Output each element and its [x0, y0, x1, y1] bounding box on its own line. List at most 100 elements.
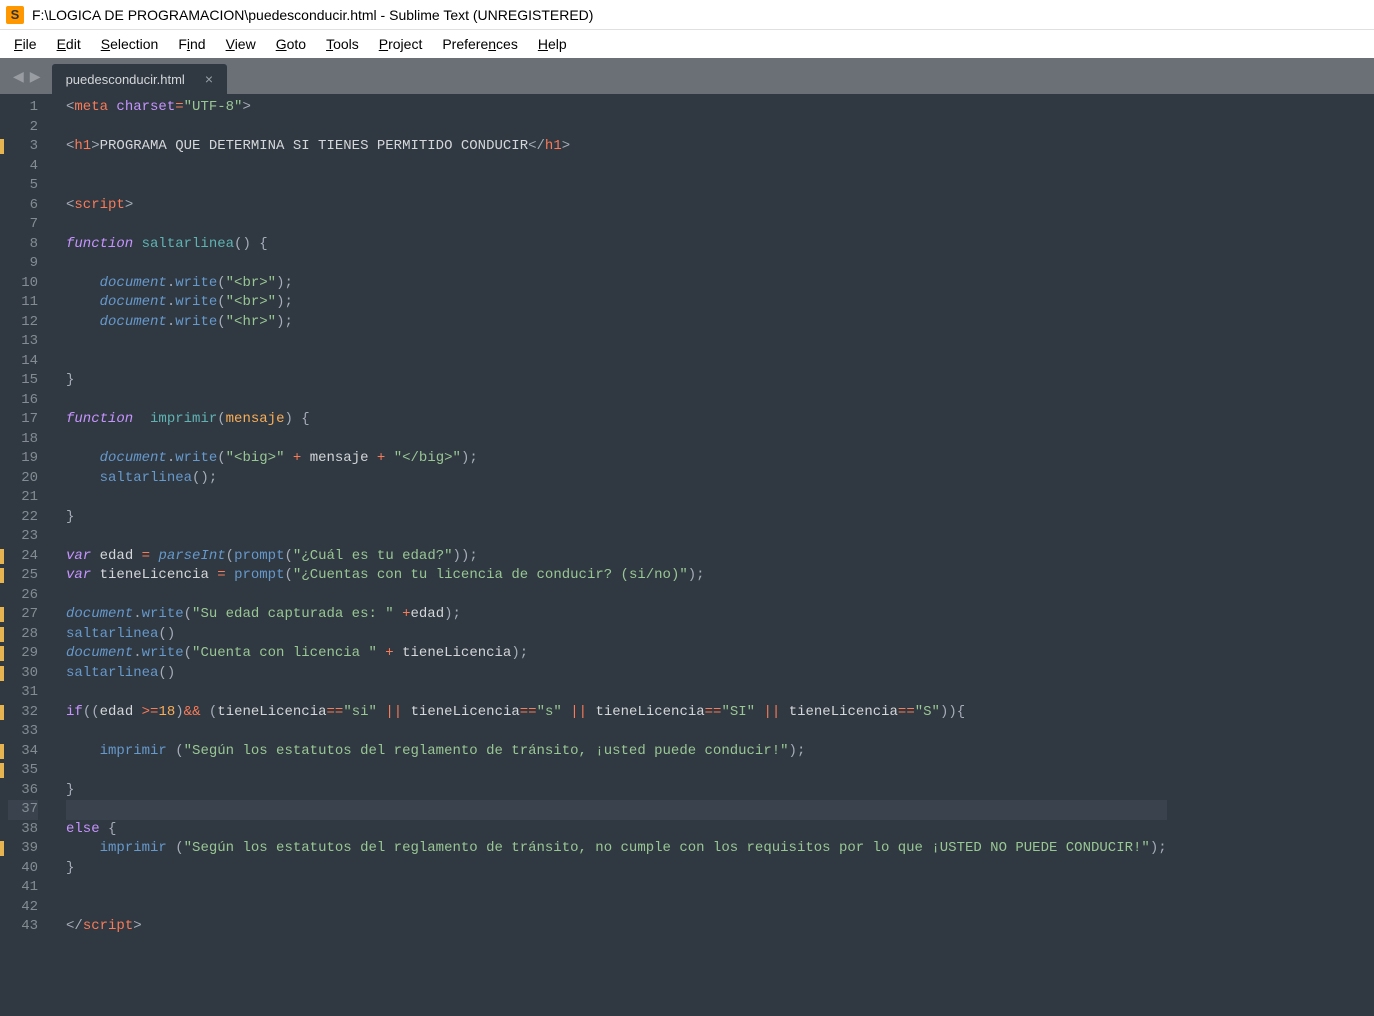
code-line[interactable]: } [66, 508, 1167, 528]
code-line[interactable]: saltarlinea() [66, 625, 1167, 645]
gutter-line[interactable]: 13 [8, 332, 38, 352]
gutter-line[interactable]: 23 [8, 527, 38, 547]
gutter-line[interactable]: 43 [8, 917, 38, 937]
gutter-line[interactable]: 10 [8, 274, 38, 294]
code-line[interactable] [66, 118, 1167, 138]
code-line[interactable]: document.write("<br>"); [66, 293, 1167, 313]
gutter-line[interactable]: 37 [8, 800, 38, 820]
code-line[interactable] [66, 215, 1167, 235]
code-line[interactable]: } [66, 859, 1167, 879]
gutter-line[interactable]: 12 [8, 313, 38, 333]
gutter-line[interactable]: 24 [8, 547, 38, 567]
code-line[interactable]: } [66, 781, 1167, 801]
code-line[interactable] [66, 898, 1167, 918]
code-line[interactable]: document.write("Su edad capturada es: " … [66, 605, 1167, 625]
gutter-line[interactable]: 26 [8, 586, 38, 606]
gutter-line[interactable]: 21 [8, 488, 38, 508]
code-line[interactable] [66, 683, 1167, 703]
code-line[interactable] [66, 391, 1167, 411]
tab-close-icon[interactable]: × [205, 71, 213, 87]
gutter-line[interactable]: 15 [8, 371, 38, 391]
gutter-line[interactable]: 35 [8, 761, 38, 781]
code-line[interactable] [66, 430, 1167, 450]
gutter-line[interactable]: 7 [8, 215, 38, 235]
code-line[interactable]: var edad = parseInt(prompt("¿Cuál es tu … [66, 547, 1167, 567]
gutter-line[interactable]: 22 [8, 508, 38, 528]
code-line[interactable]: </script> [66, 917, 1167, 937]
code-line[interactable]: <h1>PROGRAMA QUE DETERMINA SI TIENES PER… [66, 137, 1167, 157]
code-line[interactable] [66, 332, 1167, 352]
code-line[interactable]: document.write("<big>" + mensaje + "</bi… [66, 449, 1167, 469]
gutter-line[interactable]: 41 [8, 878, 38, 898]
code-line[interactable]: function saltarlinea() { [66, 235, 1167, 255]
code-editor[interactable]: 1234567891011121314151617181920212223242… [0, 94, 1374, 1016]
gutter-line[interactable]: 16 [8, 391, 38, 411]
gutter-line[interactable]: 42 [8, 898, 38, 918]
code-line[interactable] [66, 176, 1167, 196]
code-line[interactable]: document.write("<hr>"); [66, 313, 1167, 333]
menu-find[interactable]: Find [170, 33, 213, 55]
code-line[interactable]: saltarlinea() [66, 664, 1167, 684]
gutter-line[interactable]: 1 [8, 98, 38, 118]
gutter-line[interactable]: 32 [8, 703, 38, 723]
gutter-line[interactable]: 29 [8, 644, 38, 664]
menu-preferences[interactable]: Preferences [434, 33, 526, 55]
code-line[interactable] [66, 800, 1167, 820]
code-line[interactable] [66, 254, 1167, 274]
gutter-line[interactable]: 36 [8, 781, 38, 801]
code-line[interactable] [66, 488, 1167, 508]
code-line[interactable]: document.write("<br>"); [66, 274, 1167, 294]
tab-prev-icon[interactable]: ◀ [10, 68, 27, 85]
gutter-line[interactable]: 38 [8, 820, 38, 840]
gutter-line[interactable]: 2 [8, 118, 38, 138]
gutter-line[interactable]: 19 [8, 449, 38, 469]
gutter-line[interactable]: 6 [8, 196, 38, 216]
code-line[interactable] [66, 157, 1167, 177]
menu-file[interactable]: File [6, 33, 45, 55]
code-line[interactable]: <meta charset="UTF-8"> [66, 98, 1167, 118]
menu-goto[interactable]: Goto [268, 33, 314, 55]
gutter-line[interactable]: 20 [8, 469, 38, 489]
menu-project[interactable]: Project [371, 33, 431, 55]
gutter-line[interactable]: 5 [8, 176, 38, 196]
gutter-line[interactable]: 28 [8, 625, 38, 645]
gutter-line[interactable]: 33 [8, 722, 38, 742]
code-line[interactable]: imprimir ("Según los estatutos del regla… [66, 839, 1167, 859]
gutter-line[interactable]: 30 [8, 664, 38, 684]
menu-help[interactable]: Help [530, 33, 575, 55]
gutter-line[interactable]: 11 [8, 293, 38, 313]
gutter-line[interactable]: 34 [8, 742, 38, 762]
code-line[interactable]: saltarlinea(); [66, 469, 1167, 489]
gutter-line[interactable]: 9 [8, 254, 38, 274]
code-line[interactable] [66, 878, 1167, 898]
code-line[interactable] [66, 586, 1167, 606]
gutter-line[interactable]: 25 [8, 566, 38, 586]
gutter-line[interactable]: 3 [8, 137, 38, 157]
menu-edit[interactable]: Edit [49, 33, 89, 55]
code-line[interactable]: if((edad >=18)&& (tieneLicencia=="si" ||… [66, 703, 1167, 723]
code-line[interactable] [66, 722, 1167, 742]
menu-selection[interactable]: Selection [93, 33, 167, 55]
gutter-line[interactable]: 39 [8, 839, 38, 859]
code-line[interactable]: else { [66, 820, 1167, 840]
tab-active[interactable]: puedesconducir.html × [52, 64, 227, 94]
code-line[interactable]: document.write("Cuenta con licencia " + … [66, 644, 1167, 664]
menu-view[interactable]: View [218, 33, 264, 55]
gutter-line[interactable]: 40 [8, 859, 38, 879]
code-line[interactable] [66, 352, 1167, 372]
code-line[interactable] [66, 527, 1167, 547]
gutter-line[interactable]: 27 [8, 605, 38, 625]
code-line[interactable]: var tieneLicencia = prompt("¿Cuentas con… [66, 566, 1167, 586]
code-area[interactable]: <meta charset="UTF-8"> <h1>PROGRAMA QUE … [48, 94, 1167, 1016]
code-line[interactable]: <script> [66, 196, 1167, 216]
code-line[interactable]: } [66, 371, 1167, 391]
tab-next-icon[interactable]: ▶ [27, 68, 44, 85]
gutter-line[interactable]: 8 [8, 235, 38, 255]
gutter-line[interactable]: 14 [8, 352, 38, 372]
gutter-line[interactable]: 31 [8, 683, 38, 703]
gutter-line[interactable]: 4 [8, 157, 38, 177]
code-line[interactable] [66, 761, 1167, 781]
code-line[interactable]: function imprimir(mensaje) { [66, 410, 1167, 430]
code-line[interactable]: imprimir ("Según los estatutos del regla… [66, 742, 1167, 762]
menu-tools[interactable]: Tools [318, 33, 367, 55]
